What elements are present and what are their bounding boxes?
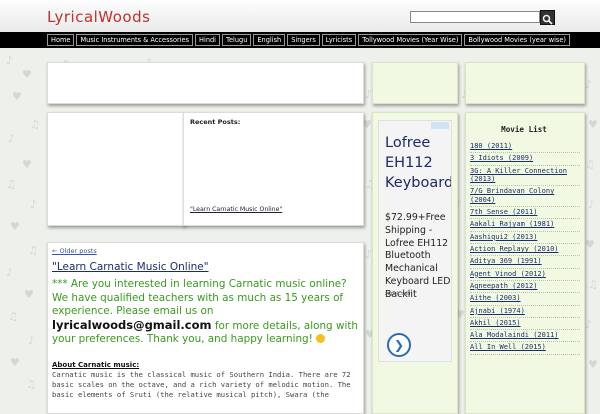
movie-link[interactable]: 3 Idiots (2009) xyxy=(470,154,533,162)
list-item[interactable]: Aashiqui2 (2013) xyxy=(470,232,580,245)
ad-body[interactable]: $72.99+Free Shipping - Lofree EH112 Blue… xyxy=(385,212,451,302)
list-item[interactable]: Agneepath (2012) xyxy=(470,281,580,294)
list-item[interactable]: 7/G Brindavan Colony (2004) xyxy=(470,186,580,208)
movie-link[interactable]: 180 (2011) xyxy=(470,142,512,150)
movie-link[interactable]: Akhil (2015) xyxy=(470,319,521,327)
featured-image-box xyxy=(47,112,185,226)
list-item[interactable]: Aithe (2003) xyxy=(470,293,580,306)
movie-link[interactable]: Action Replayy (2010) xyxy=(470,245,559,253)
contact-email[interactable]: lyricalwoods@gmail.com xyxy=(52,318,212,332)
movie-link[interactable]: Ala Modalaindi (2011) xyxy=(470,331,559,339)
advertisement[interactable]: Lofree EH112 Keyboard $72.99+Free Shippi… xyxy=(378,120,452,362)
about-text: Carnatic music is the classical music of… xyxy=(52,370,351,399)
recent-posts-heading: Recent Posts: xyxy=(190,118,241,126)
nav-lyricists[interactable]: Lyricists xyxy=(321,34,357,46)
list-item[interactable]: 3G: A Killer Connection (2013) xyxy=(470,166,580,187)
nav-bollywood-movies[interactable]: Bollywood Movies (year wise) xyxy=(464,34,571,46)
chevron-right-icon[interactable]: ❯ xyxy=(387,333,411,357)
list-item[interactable]: All In Well (2015) xyxy=(470,342,580,355)
movie-link[interactable]: Agent Vinod (2012) xyxy=(470,270,546,278)
recent-post-link[interactable]: "Learn Carnatic Music Online" xyxy=(190,206,282,213)
sidebar-top-box-left xyxy=(372,62,458,104)
movie-list: 180 (2011) 3 Idiots (2009) 3G: A Killer … xyxy=(470,141,580,355)
list-item[interactable]: Action Replayy (2010) xyxy=(470,244,580,257)
movie-link[interactable]: 7th Sense (2011) xyxy=(470,208,537,216)
list-item[interactable]: Aditya 369 (1991) xyxy=(470,256,580,269)
movie-link[interactable]: Aithe (2003) xyxy=(470,294,521,302)
movie-list-title: Movie List xyxy=(501,125,547,134)
nav-hindi[interactable]: Hindi xyxy=(195,34,221,46)
top-banner-box xyxy=(47,62,364,104)
nav-music-instruments[interactable]: Music Instruments & Accessories xyxy=(76,34,194,46)
list-item[interactable]: Ajnabi (1974) xyxy=(470,306,580,318)
post-body: *** Are you interested in learning Carna… xyxy=(52,278,362,347)
nav-english[interactable]: English xyxy=(253,34,286,46)
ad-choices-icon[interactable] xyxy=(431,122,449,129)
ad-source: zapak.com xyxy=(385,291,413,297)
movie-link[interactable]: Aakali Rajyam (1981) xyxy=(470,220,554,228)
list-item[interactable]: Aakali Rajyam (1981) xyxy=(470,219,580,232)
search-icon xyxy=(542,14,553,25)
search-input[interactable] xyxy=(410,11,540,23)
post-title[interactable]: "Learn Carnatic Music Online" xyxy=(52,261,209,273)
movie-link[interactable]: Aditya 369 (1991) xyxy=(470,257,542,265)
ad-title[interactable]: Lofree EH112 Keyboard xyxy=(385,133,451,193)
movie-link[interactable]: 7/G Brindavan Colony (2004) xyxy=(470,187,554,204)
site-header: LyricalWoods xyxy=(0,0,600,32)
list-item[interactable]: Ala Modalaindi (2011) xyxy=(470,330,580,343)
about-heading: About Carnatic music: xyxy=(52,361,140,369)
sidebar-top-box-right xyxy=(465,62,585,104)
nav-telugu[interactable]: Telugu xyxy=(222,34,252,46)
movie-link[interactable]: Aashiqui2 (2013) xyxy=(470,233,537,241)
nav-singers[interactable]: Singers xyxy=(287,34,320,46)
list-item[interactable]: 3 Idiots (2009) xyxy=(470,153,580,166)
older-posts-link[interactable]: ← Older posts xyxy=(52,247,97,255)
movie-link[interactable]: Ajnabi (1974) xyxy=(470,307,525,315)
list-item[interactable]: Agent Vinod (2012) xyxy=(470,269,580,281)
nav-home[interactable]: Home xyxy=(47,34,75,46)
movie-link[interactable]: 3G: A Killer Connection (2013) xyxy=(470,167,567,184)
site-title[interactable]: LyricalWoods xyxy=(47,8,150,26)
search-button[interactable] xyxy=(540,10,555,25)
movie-link[interactable]: All In Well (2015) xyxy=(470,343,546,351)
list-item[interactable]: Akhil (2015) xyxy=(470,318,580,331)
post-intro-text: *** Are you interested in learning Carna… xyxy=(52,278,347,318)
nav-tollywood-movies[interactable]: Tollywood Movies (Year Wise) xyxy=(358,34,463,46)
movie-link[interactable]: Agneepath (2012) xyxy=(470,282,537,290)
list-item[interactable]: 7th Sense (2011) xyxy=(470,207,580,220)
main-nav: Home Music Instruments & Accessories Hin… xyxy=(0,32,600,48)
list-item[interactable]: 180 (2011) xyxy=(470,141,580,154)
smiley-icon xyxy=(316,334,326,344)
